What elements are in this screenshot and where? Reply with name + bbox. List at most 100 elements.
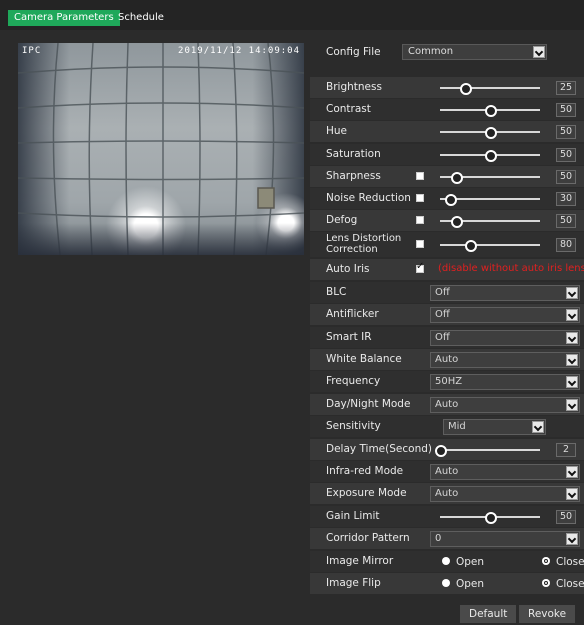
image-flip-close-radio[interactable]: Close	[542, 578, 584, 590]
lens-distortion-slider[interactable]	[440, 240, 540, 252]
slider-knob[interactable]	[435, 445, 447, 457]
smart-ir-row: Smart IR Off	[310, 327, 584, 348]
slider-knob[interactable]	[451, 216, 463, 228]
image-flip-open-radio[interactable]: Open	[442, 578, 484, 590]
noise-reduction-value[interactable]: 30	[556, 192, 576, 206]
saturation-slider[interactable]	[440, 150, 540, 162]
noise-reduction-checkbox[interactable]	[416, 194, 424, 202]
camera-preview: IPC 2019/11/12 14:09:04	[18, 43, 304, 255]
sensitivity-label: Sensitivity	[326, 420, 381, 432]
default-button[interactable]: Default	[460, 605, 517, 623]
contrast-value[interactable]: 50	[556, 103, 576, 117]
auto-iris-label: Auto Iris	[326, 263, 370, 275]
image-mirror-open-radio[interactable]: Open	[442, 556, 484, 568]
frequency-row: Frequency 50HZ	[310, 371, 584, 392]
defog-row: Defog 50	[310, 210, 584, 231]
brightness-row: Brightness 25	[310, 77, 584, 98]
blc-select[interactable]: Off	[430, 285, 580, 301]
defog-value[interactable]: 50	[556, 214, 576, 228]
gain-limit-slider[interactable]	[440, 512, 540, 524]
white-balance-label: White Balance	[326, 353, 402, 365]
brightness-slider[interactable]	[440, 83, 540, 95]
image-flip-open-label: Open	[456, 578, 485, 590]
slider-knob[interactable]	[485, 105, 497, 117]
lens-distortion-label: Lens Distortion Correction	[326, 233, 401, 255]
sharpness-checkbox[interactable]	[416, 172, 424, 180]
slider-knob[interactable]	[485, 127, 497, 139]
infrared-mode-select[interactable]: Auto	[430, 464, 580, 480]
day-night-mode-select[interactable]: Auto	[430, 397, 580, 413]
chevron-down-icon	[566, 287, 578, 299]
preview-timestamp: 2019/11/12 14:09:04	[178, 46, 300, 56]
hue-value[interactable]: 50	[556, 125, 576, 139]
chevron-down-icon	[566, 332, 578, 344]
smart-ir-label: Smart IR	[326, 331, 372, 343]
image-mirror-row: Image Mirror Open Close	[310, 551, 584, 572]
gain-limit-value[interactable]: 50	[556, 510, 576, 524]
delay-time-slider[interactable]	[435, 445, 540, 457]
exposure-mode-select[interactable]: Auto	[430, 486, 580, 502]
auto-iris-checkbox[interactable]	[416, 261, 424, 273]
exposure-mode-label: Exposure Mode	[326, 487, 407, 499]
saturation-label: Saturation	[326, 148, 381, 160]
corridor-pattern-select[interactable]: 0	[430, 531, 580, 547]
radio-dot-selected-icon	[542, 579, 550, 587]
contrast-slider[interactable]	[440, 105, 540, 117]
lens-distortion-value[interactable]: 80	[556, 238, 576, 252]
tab-camera-parameters[interactable]: Camera Parameters	[8, 10, 120, 26]
slider-knob[interactable]	[445, 194, 457, 206]
chevron-down-icon	[532, 421, 544, 433]
blc-label: BLC	[326, 286, 347, 298]
defog-checkbox[interactable]	[416, 216, 424, 224]
saturation-value[interactable]: 50	[556, 148, 576, 162]
slider-knob[interactable]	[451, 172, 463, 184]
gain-limit-row: Gain Limit 50	[310, 506, 584, 527]
antiflicker-row: Antiflicker Off	[310, 304, 584, 325]
frequency-value: 50HZ	[435, 376, 463, 387]
slider-knob[interactable]	[485, 512, 497, 524]
day-night-mode-label: Day/Night Mode	[326, 398, 411, 410]
sharpness-value[interactable]: 50	[556, 170, 576, 184]
hue-label: Hue	[326, 125, 348, 137]
antiflicker-label: Antiflicker	[326, 308, 379, 320]
delay-time-value[interactable]: 2	[556, 443, 576, 457]
brightness-value[interactable]: 25	[556, 81, 576, 95]
slider-knob[interactable]	[460, 83, 472, 95]
corridor-pattern-label: Corridor Pattern	[326, 532, 410, 544]
slider-knob[interactable]	[465, 240, 477, 252]
sensitivity-select[interactable]: Mid	[443, 419, 546, 435]
config-file-select[interactable]: Common	[402, 44, 547, 60]
slider-knob[interactable]	[485, 150, 497, 162]
frequency-select[interactable]: 50HZ	[430, 374, 580, 390]
sharpness-slider[interactable]	[440, 172, 540, 184]
image-mirror-close-radio[interactable]: Close	[542, 556, 584, 568]
chevron-down-icon	[566, 376, 578, 388]
revoke-button[interactable]: Revoke	[519, 605, 576, 623]
contrast-row: Contrast 50	[310, 99, 584, 120]
hue-row: Hue 50	[310, 121, 584, 142]
defog-label: Defog	[326, 214, 358, 226]
radio-dot-selected-icon	[542, 557, 550, 565]
chevron-down-icon	[533, 46, 545, 58]
corridor-pattern-row: Corridor Pattern 0	[310, 528, 584, 549]
auto-iris-note: (disable without auto iris lens)	[438, 263, 584, 274]
sharpness-row: Sharpness 50	[310, 166, 584, 187]
noise-reduction-slider[interactable]	[440, 194, 540, 206]
antiflicker-select[interactable]: Off	[430, 307, 580, 323]
tab-schedule[interactable]: Schedule	[112, 10, 170, 26]
defog-slider[interactable]	[440, 216, 540, 228]
infrared-mode-value: Auto	[435, 466, 459, 477]
antiflicker-value: Off	[435, 309, 450, 320]
smart-ir-select[interactable]: Off	[430, 330, 580, 346]
infrared-mode-row: Infra-red Mode Auto	[310, 461, 584, 482]
blc-value: Off	[435, 287, 450, 298]
preview-floor-shadow	[18, 223, 304, 255]
hue-slider[interactable]	[440, 127, 540, 139]
lens-distortion-checkbox[interactable]	[416, 240, 424, 248]
exposure-mode-row: Exposure Mode Auto	[310, 483, 584, 504]
white-balance-select[interactable]: Auto	[430, 352, 580, 368]
lens-distortion-row: Lens Distortion Correction 80	[310, 232, 584, 257]
delay-time-row: Delay Time(Second) 2	[310, 439, 584, 460]
gain-limit-label: Gain Limit	[326, 510, 380, 522]
brightness-label: Brightness	[326, 81, 382, 93]
